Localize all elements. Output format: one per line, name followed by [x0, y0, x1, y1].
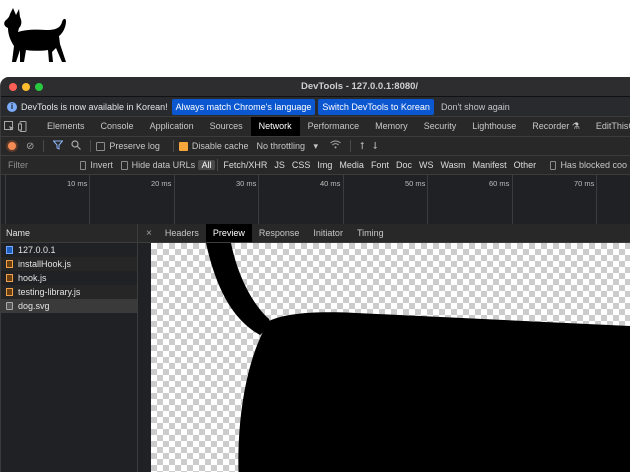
tab-timing[interactable]: Timing — [350, 224, 391, 242]
filter-type-other[interactable]: Other — [510, 160, 540, 170]
request-row-127-0-0-1[interactable]: 127.0.0.1 — [1, 243, 137, 257]
filter-type-doc[interactable]: Doc — [392, 160, 415, 170]
detail-tabbar: × Headers Preview Response Initiator Tim… — [138, 224, 630, 243]
window-title: DevTools - 127.0.0.1:8080/ — [301, 81, 419, 92]
filter-input[interactable]: Filter — [1, 160, 80, 170]
invert-checkbox[interactable] — [79, 160, 87, 170]
document-icon — [6, 246, 13, 254]
tab-security[interactable]: Security — [416, 117, 465, 136]
flask-icon: ⚗ — [571, 121, 580, 131]
name-column-header[interactable]: Name — [1, 224, 137, 243]
preserve-log-checkbox[interactable] — [96, 141, 106, 151]
tab-performance[interactable]: Performance — [300, 117, 368, 136]
request-name: testing-library.js — [18, 287, 81, 297]
timeline-tick-label: 70 ms — [574, 179, 595, 188]
throttling-select[interactable]: No throttling ▾ — [256, 141, 318, 152]
timeline-tick-label: 20 ms — [151, 179, 172, 188]
filter-bar: Filter Invert Hide data URLs All Fetch/X… — [1, 156, 630, 175]
close-icon[interactable]: × — [138, 228, 158, 239]
request-list: Name 127.0.0.1 installHook.js hook.js te… — [1, 224, 138, 472]
wifi-icon[interactable] — [330, 140, 341, 152]
dog-svg-preview — [206, 243, 630, 472]
disable-cache-checkbox[interactable] — [178, 141, 188, 151]
tab-editthiscookie[interactable]: EditThisCoo — [588, 117, 630, 136]
infobar-message: DevTools is now available in Korean! — [21, 101, 168, 112]
device-toggle-icon[interactable] — [18, 120, 29, 134]
image-preview — [151, 243, 630, 472]
image-icon — [6, 302, 13, 310]
request-details: × Headers Preview Response Initiator Tim… — [138, 224, 630, 472]
search-icon[interactable] — [71, 139, 82, 153]
network-main: Name 127.0.0.1 installHook.js hook.js te… — [1, 224, 630, 472]
preserve-log-label: Preserve log — [109, 141, 160, 151]
inspect-icon[interactable] — [4, 120, 15, 134]
network-overview-timeline[interactable]: 10 ms 20 ms 30 ms 40 ms 50 ms 60 ms 70 m… — [1, 175, 630, 229]
filter-type-js[interactable]: JS — [271, 160, 289, 170]
language-infobar: i DevTools is now available in Korean! A… — [1, 97, 630, 117]
filter-type-all[interactable]: All — [198, 160, 216, 170]
clear-icon[interactable]: ⊘ — [26, 141, 34, 152]
script-icon — [6, 260, 13, 268]
panel-tabbar: Elements Console Application Sources Net… — [1, 117, 630, 137]
timeline-tick-label: 40 ms — [320, 179, 341, 188]
hide-data-urls-label: Hide data URLs — [131, 160, 196, 170]
filter-type-fetch-xhr[interactable]: Fetch/XHR — [220, 160, 271, 170]
dont-show-again-button[interactable]: Don't show again — [437, 99, 514, 115]
filter-type-wasm[interactable]: Wasm — [437, 160, 469, 170]
filter-type-css[interactable]: CSS — [288, 160, 314, 170]
timeline-tick-label: 10 ms — [67, 179, 88, 188]
tab-console[interactable]: Console — [93, 117, 142, 136]
request-name: installHook.js — [18, 259, 72, 269]
request-name: 127.0.0.1 — [18, 245, 56, 255]
tab-recorder[interactable]: Recorder ⚗ — [524, 117, 588, 136]
tab-application[interactable]: Application — [142, 117, 202, 136]
hide-data-urls-checkbox[interactable] — [120, 160, 128, 170]
cat-logo — [4, 8, 66, 62]
script-icon — [6, 274, 13, 282]
tab-lighthouse[interactable]: Lighthouse — [464, 117, 524, 136]
match-chrome-language-button[interactable]: Always match Chrome's language — [171, 98, 316, 115]
devtools-window: DevTools - 127.0.0.1:8080/ i DevTools is… — [0, 77, 630, 472]
filter-icon[interactable] — [52, 140, 64, 153]
timeline-tick-label: 60 ms — [489, 179, 510, 188]
filter-type-img[interactable]: Img — [314, 160, 336, 170]
title-bar: DevTools - 127.0.0.1:8080/ — [1, 77, 630, 97]
filter-type-manifest[interactable]: Manifest — [469, 160, 510, 170]
tab-preview[interactable]: Preview — [205, 224, 252, 242]
download-icon[interactable]: ⭣ — [373, 141, 378, 152]
request-name: dog.svg — [18, 301, 50, 311]
request-row-testing-library[interactable]: testing-library.js — [1, 285, 137, 299]
request-row-hook[interactable]: hook.js — [1, 271, 137, 285]
script-icon — [6, 288, 13, 296]
switch-to-korean-button[interactable]: Switch DevTools to Korean — [318, 98, 434, 115]
tab-headers[interactable]: Headers — [158, 224, 206, 242]
filter-type-ws[interactable]: WS — [415, 160, 437, 170]
disable-cache-label: Disable cache — [191, 141, 249, 151]
tab-network[interactable]: Network — [250, 117, 300, 136]
invert-label: Invert — [90, 160, 113, 170]
upload-icon[interactable]: ⭡ — [360, 141, 365, 152]
request-name: hook.js — [18, 273, 47, 283]
request-row-dog-svg[interactable]: dog.svg — [1, 299, 137, 313]
filter-type-media[interactable]: Media — [336, 160, 368, 170]
throttling-value: No throttling — [256, 140, 305, 151]
has-blocked-cookies-label: Has blocked coo — [560, 160, 627, 170]
tab-initiator[interactable]: Initiator — [306, 224, 350, 242]
tab-sources[interactable]: Sources — [202, 117, 251, 136]
network-toolbar: ⊘ Preserve log Disable cache No throttli… — [1, 137, 630, 156]
tab-elements[interactable]: Elements — [39, 117, 93, 136]
tab-recorder-label: Recorder — [532, 121, 570, 131]
request-row-installhook[interactable]: installHook.js — [1, 257, 137, 271]
chevron-down-icon: ▾ — [313, 140, 319, 151]
tab-response[interactable]: Response — [252, 224, 307, 242]
timeline-tick-label: 30 ms — [236, 179, 257, 188]
record-icon[interactable] — [8, 142, 16, 150]
tab-memory[interactable]: Memory — [367, 117, 416, 136]
filter-type-font[interactable]: Font — [367, 160, 392, 170]
timeline-tick-label: 50 ms — [405, 179, 426, 188]
has-blocked-cookies-checkbox[interactable] — [549, 160, 557, 170]
info-icon: i — [7, 101, 17, 112]
